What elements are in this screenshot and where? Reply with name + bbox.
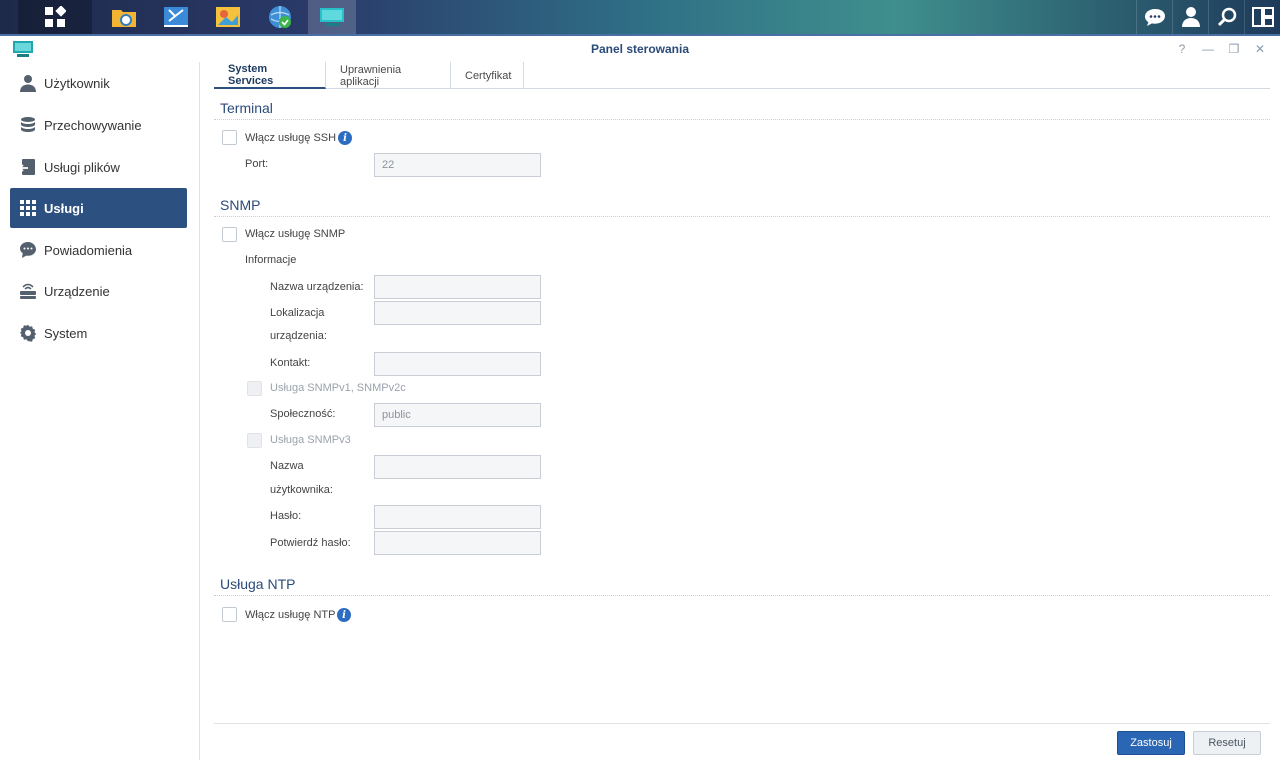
sidebar-item-label: Powiadomienia — [44, 242, 133, 258]
control-panel-button[interactable] — [308, 0, 356, 34]
sidebar-item-system[interactable]: System — [10, 313, 187, 353]
sidebar-item-label: Usługi plików — [44, 159, 120, 175]
section-divider — [214, 595, 1270, 596]
photo-app-button[interactable] — [204, 0, 252, 34]
chat-bubble-icon — [18, 240, 38, 260]
snmp-info-heading: Informacje — [245, 254, 297, 266]
search-icon — [1217, 7, 1236, 27]
contact-label: Kontakt: — [270, 357, 311, 369]
taskbar — [0, 0, 1280, 34]
port-label: Port: — [245, 158, 269, 170]
ntp-checkbox[interactable] — [222, 607, 237, 622]
main-menu-icon — [45, 6, 66, 27]
sidebar-item-label: Urządzenie — [44, 283, 110, 299]
main-menu-button[interactable] — [18, 0, 92, 34]
section-divider — [214, 119, 1270, 120]
confirm-password-input[interactable] — [374, 531, 541, 555]
tools-app-button[interactable] — [152, 0, 200, 34]
snmpv1v2-checkbox[interactable] — [247, 381, 262, 396]
restore-icon[interactable]: ❐ — [1226, 41, 1242, 57]
snmp-label: Włącz usługę SNMP — [245, 228, 346, 240]
contact-input[interactable] — [374, 352, 541, 376]
window-title: Panel sterowania — [590, 42, 690, 56]
tab-system-services[interactable]: System Services — [214, 62, 326, 89]
chat-icon — [1144, 9, 1165, 26]
web-app-button[interactable] — [256, 0, 304, 34]
device-name-input[interactable] — [374, 275, 541, 299]
ssh-checkbox[interactable] — [222, 130, 237, 145]
sidebar-item-services[interactable]: Usługi — [10, 188, 187, 228]
main-content: System Services Uprawnienia aplikacji Ce… — [200, 62, 1280, 760]
router-icon — [18, 281, 38, 301]
sidebar-item-device[interactable]: Urządzenie — [10, 271, 187, 311]
photo-app-icon — [216, 7, 240, 27]
file-station-button[interactable] — [100, 0, 148, 34]
search-button[interactable] — [1208, 0, 1244, 34]
window-titlebar: Panel sterowania ? — ❐ ✕ — [0, 34, 1280, 62]
chat-button[interactable] — [1136, 0, 1172, 34]
user-menu-button[interactable] — [1172, 0, 1208, 34]
community-input[interactable]: public — [374, 403, 541, 427]
snmpv3-checkbox[interactable] — [247, 433, 262, 448]
tab-bar: System Services Uprawnienia aplikacji Ce… — [214, 62, 1270, 89]
grid-icon — [18, 198, 38, 218]
confirm-password-label: Potwierdź hasło: — [270, 537, 351, 549]
user-icon — [18, 73, 38, 93]
tab-app-permissions[interactable]: Uprawnienia aplikacji — [326, 62, 451, 89]
sidebar: Użytkownik Przechowywanie Usługi plików … — [0, 62, 200, 760]
snmp-checkbox[interactable] — [222, 227, 237, 242]
widgets-icon — [1251, 7, 1274, 27]
port-input[interactable]: 22 — [374, 153, 541, 177]
snmpv3-label: Usługa SNMPv3 — [270, 434, 351, 446]
file-services-icon — [18, 157, 38, 177]
info-icon[interactable]: i — [338, 131, 352, 145]
password-label: Hasło: — [270, 510, 302, 522]
file-station-icon — [112, 10, 136, 27]
minimize-icon[interactable]: — — [1200, 41, 1216, 57]
control-panel-tools-icon — [164, 7, 188, 27]
sidebar-item-storage[interactable]: Przechowywanie — [10, 105, 187, 145]
user-icon — [1181, 7, 1200, 27]
location-input[interactable] — [374, 301, 541, 325]
username-label-cont: użytkownika: — [270, 484, 333, 496]
sidebar-item-notifications[interactable]: Powiadomienia — [10, 230, 187, 270]
device-name-label: Nazwa urządzenia: — [270, 281, 364, 293]
ssh-label: Włącz usługę SSH — [245, 132, 337, 144]
section-divider — [214, 216, 1270, 217]
sidebar-item-file-services[interactable]: Usługi plików — [10, 147, 187, 187]
sidebar-item-label: Użytkownik — [44, 75, 110, 91]
location-label: Lokalizacja — [270, 307, 325, 319]
password-input[interactable] — [374, 505, 541, 529]
username-label: Nazwa — [270, 460, 304, 472]
widgets-button[interactable] — [1244, 0, 1280, 34]
snmpv1v2-label: Usługa SNMPv1, SNMPv2c — [270, 382, 406, 394]
database-icon — [18, 115, 38, 135]
community-label: Społeczność: — [270, 408, 336, 420]
sidebar-item-label: Usługi — [44, 200, 84, 216]
apply-button[interactable]: Zastosuj — [1117, 731, 1185, 755]
web-globe-icon — [269, 6, 291, 28]
location-label-cont: urządzenia: — [270, 330, 327, 342]
sidebar-item-user[interactable]: Użytkownik — [10, 63, 187, 103]
tab-certificate[interactable]: Certyfikat — [451, 62, 524, 89]
info-icon[interactable]: i — [337, 608, 351, 622]
reset-button[interactable]: Resetuj — [1193, 731, 1261, 755]
control-panel-icon — [320, 8, 344, 26]
sidebar-item-label: System — [44, 325, 88, 341]
sidebar-item-label: Przechowywanie — [44, 117, 142, 133]
ntp-label: Włącz usługę NTP — [245, 609, 336, 621]
close-icon[interactable]: ✕ — [1252, 41, 1268, 57]
gear-icon — [18, 323, 38, 343]
section-title-ntp: Usługa NTP — [220, 576, 296, 592]
footer-divider — [214, 723, 1270, 724]
username-input[interactable] — [374, 455, 541, 479]
section-title-terminal: Terminal — [220, 100, 273, 116]
help-icon[interactable]: ? — [1174, 41, 1190, 57]
section-title-snmp: SNMP — [220, 197, 261, 213]
